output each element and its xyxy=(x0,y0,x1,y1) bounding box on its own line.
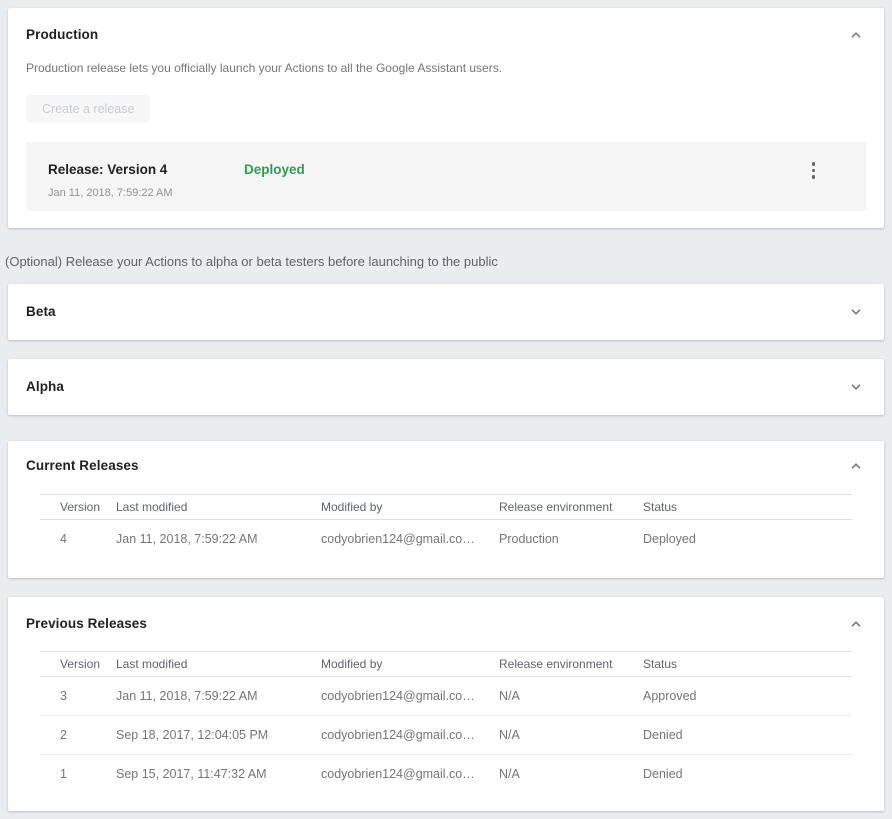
alpha-panel-title: Alpha xyxy=(26,380,64,394)
table-row: 3 Jan 11, 2018, 7:59:22 AM codyobrien124… xyxy=(40,677,852,716)
release-status-badge: Deployed xyxy=(244,163,305,176)
chevron-down-icon[interactable] xyxy=(850,308,862,316)
column-header-status: Status xyxy=(643,652,852,677)
cell-status: Approved xyxy=(643,677,852,716)
table-header-row: Version Last modified Modified by Releas… xyxy=(40,652,852,677)
column-header-status: Status xyxy=(643,495,852,520)
current-releases-title: Current Releases xyxy=(26,459,139,473)
cell-last-modified: Sep 15, 2017, 11:47:32 AM xyxy=(116,755,321,794)
cell-status: Deployed xyxy=(643,520,852,559)
chevron-up-icon[interactable] xyxy=(850,31,862,39)
create-release-button[interactable]: Create a release xyxy=(26,95,150,123)
alpha-panel-header[interactable]: Alpha xyxy=(8,359,884,415)
table-header-row: Version Last modified Modified by Releas… xyxy=(40,495,852,520)
previous-releases-title: Previous Releases xyxy=(26,617,147,631)
cell-version: 4 xyxy=(40,520,116,559)
column-header-modified-by: Modified by xyxy=(321,652,499,677)
column-header-release-environment: Release environment xyxy=(499,652,643,677)
cell-release-environment: N/A xyxy=(499,677,643,716)
cell-version: 2 xyxy=(40,716,116,755)
column-header-version: Version xyxy=(40,652,116,677)
cell-modified-by: codyobrien124@gmail.co… xyxy=(321,755,499,794)
beta-panel-title: Beta xyxy=(26,305,56,319)
cell-last-modified: Jan 11, 2018, 7:59:22 AM xyxy=(116,520,321,559)
column-header-modified-by: Modified by xyxy=(321,495,499,520)
optional-note: (Optional) Release your Actions to alpha… xyxy=(5,254,884,269)
table-row: 2 Sep 18, 2017, 12:04:05 PM codyobrien12… xyxy=(40,716,852,755)
column-header-last-modified: Last modified xyxy=(116,495,321,520)
chevron-up-icon[interactable] xyxy=(850,462,862,470)
cell-version: 1 xyxy=(40,755,116,794)
previous-releases-table: Version Last modified Modified by Releas… xyxy=(40,651,852,793)
production-panel: Production Production release lets you o… xyxy=(8,8,884,228)
cell-release-environment: N/A xyxy=(499,755,643,794)
cell-modified-by: codyobrien124@gmail.co… xyxy=(321,677,499,716)
chevron-down-icon[interactable] xyxy=(850,383,862,391)
cell-version: 3 xyxy=(40,677,116,716)
table-row: 4 Jan 11, 2018, 7:59:22 AM codyobrien124… xyxy=(40,520,852,559)
column-header-release-environment: Release environment xyxy=(499,495,643,520)
more-vert-icon[interactable] xyxy=(810,160,818,181)
current-releases-panel: Current Releases Version Last modified M… xyxy=(8,441,884,578)
cell-modified-by: codyobrien124@gmail.co… xyxy=(321,716,499,755)
previous-releases-panel: Previous Releases Version Last modified … xyxy=(8,597,884,811)
column-header-version: Version xyxy=(40,495,116,520)
previous-releases-panel-header[interactable]: Previous Releases xyxy=(8,617,884,631)
release-info: Release: Version 4 Jan 11, 2018, 7:59:22… xyxy=(48,163,244,199)
production-panel-header[interactable]: Production xyxy=(26,28,862,42)
cell-status: Denied xyxy=(643,755,852,794)
column-header-last-modified: Last modified xyxy=(116,652,321,677)
cell-release-environment: N/A xyxy=(499,716,643,755)
release-date: Jan 11, 2018, 7:59:22 AM xyxy=(48,187,244,199)
current-releases-panel-header[interactable]: Current Releases xyxy=(8,459,884,473)
cell-modified-by: codyobrien124@gmail.co… xyxy=(321,520,499,559)
table-row: 1 Sep 15, 2017, 11:47:32 AM codyobrien12… xyxy=(40,755,852,794)
releases-page: Production Production release lets you o… xyxy=(0,0,892,819)
production-panel-title: Production xyxy=(26,28,98,42)
chevron-up-icon[interactable] xyxy=(850,620,862,628)
production-description: Production release lets you officially l… xyxy=(26,62,862,75)
cell-status: Denied xyxy=(643,716,852,755)
release-name: Release: Version 4 xyxy=(48,163,244,176)
cell-release-environment: Production xyxy=(499,520,643,559)
cell-last-modified: Jan 11, 2018, 7:59:22 AM xyxy=(116,677,321,716)
current-releases-table: Version Last modified Modified by Releas… xyxy=(40,494,852,558)
cell-last-modified: Sep 18, 2017, 12:04:05 PM xyxy=(116,716,321,755)
production-release-card: Release: Version 4 Jan 11, 2018, 7:59:22… xyxy=(26,142,866,211)
beta-panel-header[interactable]: Beta xyxy=(8,284,884,340)
